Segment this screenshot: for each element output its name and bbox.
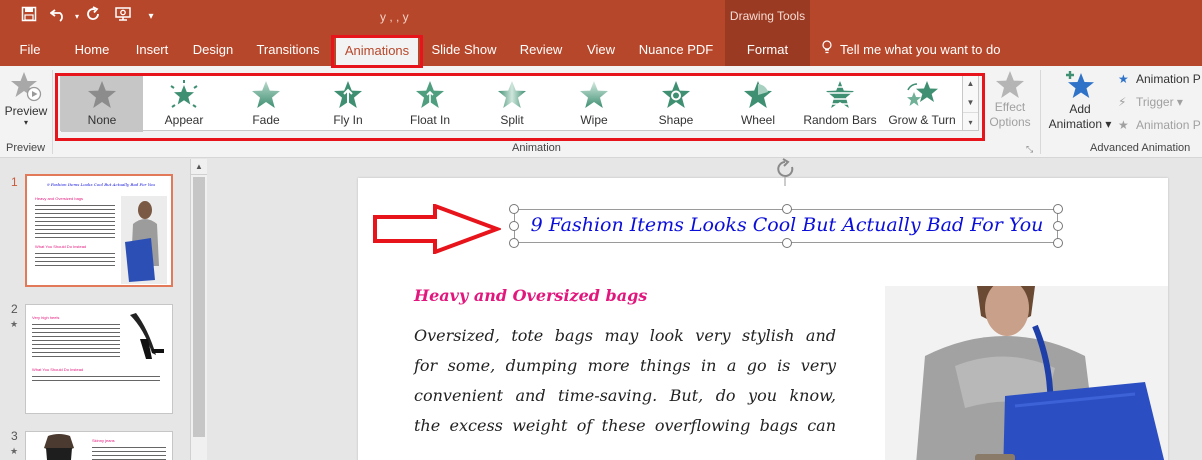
thumbnail-photo [122, 309, 170, 361]
slide-thumbnail-3[interactable]: Skinny jeans [25, 431, 173, 460]
effect-options-button[interactable]: Effect Options [986, 70, 1034, 140]
rotate-handle-icon[interactable] [774, 158, 798, 191]
trigger-button[interactable]: ⚡ Trigger ▾ [1118, 92, 1183, 112]
resize-handle[interactable] [509, 238, 519, 248]
animation-pane-label: Animation P [1136, 72, 1201, 86]
title-bar: ▾ ▾ y , , y Drawing Tools [0, 0, 1202, 36]
scroll-up-icon[interactable]: ▲ [191, 159, 207, 175]
slide-number: 3 [11, 429, 18, 443]
thumbnail-title: 9 Fashion Items Looks Cool But Actually … [47, 182, 155, 187]
body-line: the excess weight of these overflowing b… [414, 416, 836, 435]
preview-star-icon [11, 72, 42, 102]
lightbulb-icon [822, 36, 836, 64]
thumbnail-body-lines [32, 321, 120, 357]
body-line: Oversized, tote bags may look very styli… [414, 326, 836, 345]
resize-handle[interactable] [1053, 238, 1063, 248]
tell-me-search[interactable]: Tell me what you want to do [822, 36, 1000, 66]
contextual-group-drawing-tools: Drawing Tools [725, 0, 810, 36]
tell-me-text: Tell me what you want to do [840, 42, 1001, 57]
slide-number: 2 [11, 302, 18, 316]
chevron-down-icon: ▾ [23, 118, 28, 127]
save-icon[interactable] [18, 6, 40, 28]
thumbnail-heading: Very high heels [32, 315, 60, 320]
resize-handle[interactable] [1053, 204, 1063, 214]
trigger-icon: ⚡ [1118, 95, 1127, 109]
group-separator [52, 70, 53, 154]
slide-title[interactable]: 9 Fashion Items Looks Cool But Actually … [515, 214, 1059, 236]
ribbon-tab-row: File Home Insert Design Transitions Anim… [0, 36, 1202, 66]
highlight-animation-gallery [55, 73, 985, 141]
resize-handle[interactable] [782, 204, 792, 214]
thumbnail-heading: Skinny jeans [92, 438, 115, 443]
animation-painter-button[interactable]: ★ Animation P [1118, 115, 1201, 135]
resize-handle[interactable] [509, 221, 519, 231]
customize-qat-icon[interactable]: ▾ [140, 6, 162, 28]
effect-options-label-2: Options [989, 115, 1031, 129]
thumbnail-subheading: What You Should Do Instead [35, 244, 87, 249]
tab-nuance-pdf[interactable]: Nuance PDF [632, 36, 720, 66]
woman-with-bag-photo[interactable] [885, 286, 1168, 460]
tab-view[interactable]: View [580, 36, 622, 66]
tab-home[interactable]: Home [66, 36, 118, 66]
animation-marker-icon: ★ [10, 446, 19, 456]
effect-options-star-icon [996, 71, 1024, 98]
powerpoint-window: ▾ ▾ y , , y Drawing Tools File Home Inse… [0, 0, 1202, 460]
tab-insert[interactable]: Insert [128, 36, 176, 66]
animation-marker-icon: ★ [10, 319, 19, 329]
effect-options-label-1: Effect [994, 100, 1026, 114]
redo-icon[interactable] [82, 6, 104, 28]
preview-button[interactable]: Preview ▾ [2, 70, 50, 136]
section-heading[interactable]: Heavy and Oversized bags [414, 286, 647, 305]
annotation-arrow-icon [373, 203, 503, 259]
add-animation-star-icon [1066, 71, 1094, 98]
group-label-preview: Preview [6, 142, 46, 154]
thumbnail-subheading: What You Should Do Instead [32, 367, 84, 372]
thumbnail-photo [32, 434, 86, 460]
tab-slide-show[interactable]: Slide Show [428, 36, 500, 66]
slide-editor: 9 Fashion Items Looks Cool But Actually … [207, 159, 1202, 460]
thumbnail-body-lines [32, 373, 160, 383]
trigger-label: Trigger [1136, 95, 1174, 109]
tab-design[interactable]: Design [186, 36, 240, 66]
scrollbar-thumb[interactable] [193, 177, 205, 437]
highlight-animations-tab [331, 35, 423, 68]
tab-format[interactable]: Format [725, 36, 810, 66]
present-icon[interactable] [112, 6, 134, 28]
body-line: convenient and time-saving. But, do you … [414, 386, 836, 405]
thumbnail-body-lines [35, 202, 115, 240]
thumbnail-body-lines [35, 250, 115, 268]
thumbnail-body-lines [92, 444, 166, 460]
slide-thumbnail-1[interactable]: 9 Fashion Items Looks Cool But Actually … [25, 174, 173, 287]
add-animation-label-1: Add [1069, 102, 1091, 116]
tab-file[interactable]: File [8, 36, 52, 66]
body-text[interactable]: Oversized, tote bags may look very styli… [414, 321, 836, 441]
animation-painter-label: Animation P [1136, 118, 1201, 132]
tab-transitions[interactable]: Transitions [252, 36, 324, 66]
animation-pane-icon: ★ [1118, 72, 1129, 86]
slide-number: 1 [11, 175, 18, 189]
animation-pane-button[interactable]: ★ Animation P [1118, 69, 1201, 89]
add-animation-button[interactable]: Add Animation ▾ [1046, 70, 1114, 140]
group-label-animation: Animation [512, 142, 561, 154]
animation-painter-icon: ★ [1118, 118, 1129, 132]
slide-thumbnails-panel: 1 9 Fashion Items Looks Cool But Actuall… [0, 159, 190, 460]
group-separator [1040, 70, 1041, 154]
thumbnail-heading: Heavy and Oversized bags [35, 196, 84, 201]
thumbnail-scrollbar[interactable]: ▲ [190, 159, 207, 460]
slide-thumbnail-2[interactable]: Very high heels What You Should Do Inste… [25, 304, 173, 414]
resize-handle[interactable] [782, 238, 792, 248]
tab-review[interactable]: Review [512, 36, 570, 66]
title-placeholder[interactable]: 9 Fashion Items Looks Cool But Actually … [509, 204, 1063, 248]
thumbnail-photo [121, 196, 167, 284]
resize-handle[interactable] [1053, 221, 1063, 231]
document-title: y , , y [380, 10, 409, 24]
dialog-launcher-icon[interactable]: ⤡ [1026, 144, 1033, 155]
group-label-advanced-animation: Advanced Animation [1090, 142, 1191, 154]
preview-label: Preview [4, 104, 48, 118]
body-line: for some, dumping more things in a go is… [414, 356, 836, 375]
add-animation-label-2: Animation ▾ [1048, 117, 1112, 131]
resize-handle[interactable] [509, 204, 519, 214]
